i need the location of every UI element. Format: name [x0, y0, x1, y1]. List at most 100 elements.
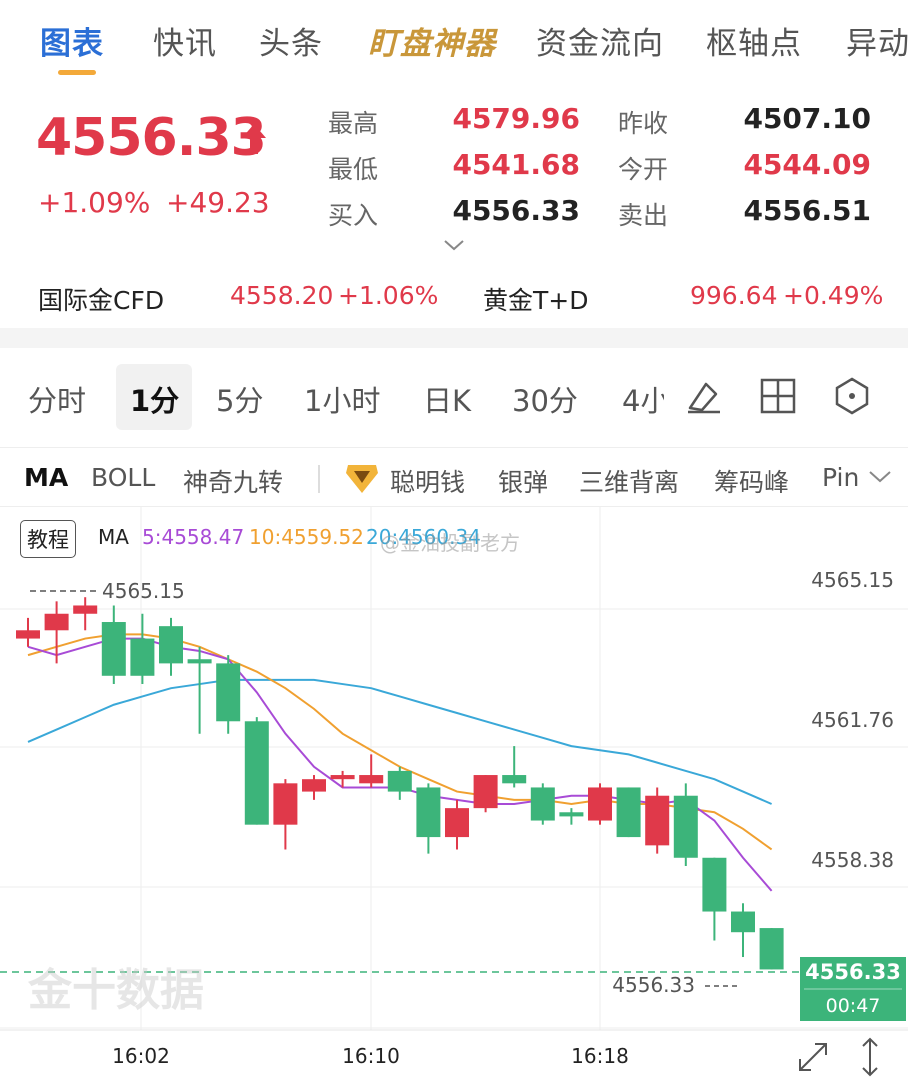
kline-chart[interactable]: 4565.15 4561.76 4558.38 16:02 16:10 16:18 4565… [0, 507, 908, 1080]
candle-body [159, 626, 183, 664]
period-selector: 分时 1分 5分 1小时 日K 30分 4小 [0, 348, 908, 448]
section-divider [0, 328, 908, 348]
y-tick-label: 4558.38 [811, 848, 894, 872]
candle-body [530, 787, 555, 821]
period-4hour[interactable]: 4小 [622, 378, 664, 420]
related-label-td[interactable]: 黄金T+D [483, 281, 588, 317]
x-tick-label: 16:18 [571, 1044, 629, 1068]
ask-label: 卖出 [618, 201, 669, 230]
low-value: 4541.68 [452, 148, 580, 181]
low-marker-label: 4556.33 [612, 973, 695, 997]
open-value: 4544.09 [743, 148, 871, 181]
candle-body [445, 808, 469, 838]
candle-body [559, 812, 584, 817]
y-tick-label: 4565.15 [811, 568, 894, 592]
high-value: 4579.96 [452, 102, 580, 135]
candle-body [101, 622, 126, 676]
legend-ma10: 10:4559.52 [249, 525, 364, 549]
candle-body [673, 795, 698, 858]
countdown-label: 00:47 [826, 995, 881, 1017]
candle-body [244, 721, 269, 825]
prev-close-label: 昨收 [618, 109, 669, 138]
legend-ma-label: MA [98, 525, 129, 549]
fullscreen-icon[interactable] [799, 1043, 827, 1071]
candle-body [759, 928, 784, 970]
tab-unusual-moves[interactable]: 异动 [846, 18, 908, 63]
tab-fund-flow[interactable]: 资金流向 [536, 18, 664, 63]
indicator-3d-divergence[interactable]: 三维背离 [579, 463, 679, 499]
candle-body [73, 605, 98, 614]
diamond-icon [346, 465, 378, 493]
vertical-resize-icon[interactable] [862, 1037, 878, 1077]
related-price-td: 996.64 [690, 281, 778, 310]
high-marker-label: 4565.15 [102, 579, 185, 603]
change-amount: +49.23 [166, 186, 270, 219]
chevron-down-icon[interactable] [868, 469, 892, 485]
tab-watch-tool[interactable]: 盯盘神器 [368, 18, 496, 63]
related-price-cfd: 4558.20 [230, 281, 334, 310]
tab-chart[interactable]: 图表 [40, 18, 104, 63]
candle-body [187, 659, 212, 664]
tab-pivot-points[interactable]: 枢轴点 [706, 18, 802, 63]
period-daily[interactable]: 日K [423, 378, 471, 420]
period-1hour[interactable]: 1小时 [304, 378, 380, 420]
legend-ma5: 5:4558.47 [142, 525, 245, 549]
candle-body [16, 630, 40, 639]
candle-body [588, 787, 612, 821]
indicator-ma[interactable]: MA [24, 463, 68, 492]
indicator-silver-bullet[interactable]: 银弹 [498, 463, 548, 499]
candle-body [130, 638, 155, 676]
chevron-down-icon[interactable] [443, 238, 465, 252]
y-tick-label: 4561.76 [811, 708, 894, 732]
period-30min[interactable]: 30分 [512, 378, 578, 420]
ask-value: 4556.51 [743, 194, 871, 227]
ma5-line [27, 637, 773, 892]
tab-flash-news[interactable]: 快讯 [153, 18, 217, 63]
candle-body [702, 857, 727, 912]
candle-body [273, 783, 298, 825]
jin10-logo-watermark: 金十数据 [28, 965, 204, 1016]
period-tick[interactable]: 分时 [28, 378, 86, 420]
draw-tool-icon[interactable] [684, 376, 724, 416]
candle-body [216, 663, 241, 722]
bid-value: 4556.33 [452, 194, 580, 227]
tutorial-button[interactable]: 教程 [20, 520, 76, 558]
grid-layout-icon[interactable] [758, 376, 798, 416]
candle-body [330, 775, 355, 780]
high-label: 最高 [328, 109, 379, 138]
active-tab-indicator [58, 70, 96, 75]
x-tick-label: 16:02 [112, 1044, 170, 1068]
candle-body [473, 775, 498, 809]
candle-body [416, 787, 441, 838]
indicator-td9[interactable]: 神奇九转 [183, 463, 283, 499]
tab-headlines[interactable]: 头条 [259, 18, 323, 63]
candle-body [359, 775, 384, 784]
open-label: 今开 [618, 155, 669, 184]
related-label-cfd[interactable]: 国际金CFD [38, 281, 164, 317]
top-tab-bar: 图表 快讯 头条 盯盘神器 资金流向 枢轴点 异动 [0, 0, 908, 90]
indicator-divider [318, 465, 320, 493]
last-price-tag-label: 4556.33 [805, 960, 901, 984]
candle-body [44, 613, 69, 631]
indicator-pin[interactable]: Pin [822, 463, 866, 492]
period-5min[interactable]: 5分 [216, 378, 263, 420]
prev-close-value: 4507.10 [743, 102, 871, 135]
bid-label: 买入 [328, 201, 379, 230]
candle-body [731, 911, 755, 933]
period-1min[interactable]: 1分 [130, 378, 179, 420]
settings-hexagon-icon[interactable] [832, 376, 872, 416]
indicator-chip-peak[interactable]: 筹码峰 [714, 463, 789, 499]
candle-body [302, 779, 326, 792]
weibo-watermark: @金油投副老方 [380, 531, 520, 555]
candle-body [616, 787, 641, 838]
x-tick-label: 16:10 [342, 1044, 400, 1068]
indicator-boll[interactable]: BOLL [91, 463, 155, 492]
indicator-smart-money[interactable]: 聪明钱 [390, 463, 465, 499]
last-price: 4556.33 [36, 108, 267, 168]
related-change-td: +0.49% [783, 281, 884, 310]
arrow-up-icon [242, 124, 266, 154]
candle-body [645, 795, 670, 846]
change-percent: +1.09% [38, 186, 151, 219]
low-label: 最低 [328, 155, 379, 184]
candle-body [502, 775, 527, 784]
